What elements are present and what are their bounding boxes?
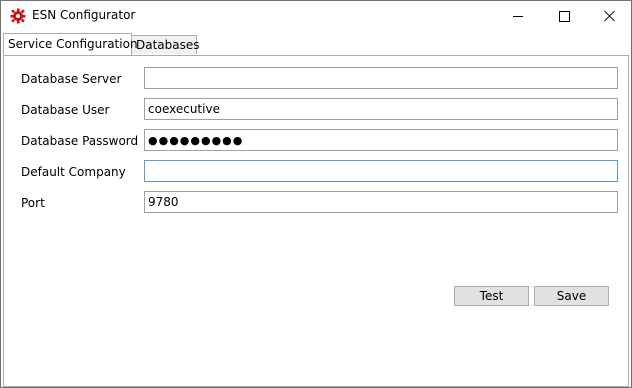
window-title: ESN Configurator [32,8,136,22]
database-user-field[interactable] [144,98,618,120]
service-configuration-panel: Database Server Database User Database P… [3,55,629,387]
title-bar[interactable]: ESN Configurator [1,1,631,31]
maximize-icon [558,10,570,22]
tab-service-configuration[interactable]: Service Configuration [3,33,138,55]
minimize-button[interactable] [495,1,541,31]
tab-strip: Service Configuration Databases [3,33,629,55]
tab-databases[interactable]: Databases [131,35,200,54]
port-field[interactable] [144,191,618,213]
close-icon [604,10,616,22]
database-password-field[interactable]: ●●●●●●●●● [144,129,618,151]
password-mask: ●●●●●●●●● [148,134,244,147]
minimize-icon [513,15,523,17]
maximize-button[interactable] [541,1,587,31]
default-company-field[interactable] [144,160,618,182]
database-password-label: Database Password [21,134,139,148]
database-user-label: Database User [21,103,110,117]
port-label: Port [21,196,45,210]
app-window: ESN Configurator Service Configuration D… [0,0,632,388]
test-button[interactable]: Test [454,286,529,306]
default-company-label: Default Company [21,165,126,179]
close-button[interactable] [587,1,632,31]
gear-icon [10,8,26,24]
save-button[interactable]: Save [534,286,609,306]
database-server-label: Database Server [21,72,122,86]
database-server-field[interactable] [144,67,618,89]
